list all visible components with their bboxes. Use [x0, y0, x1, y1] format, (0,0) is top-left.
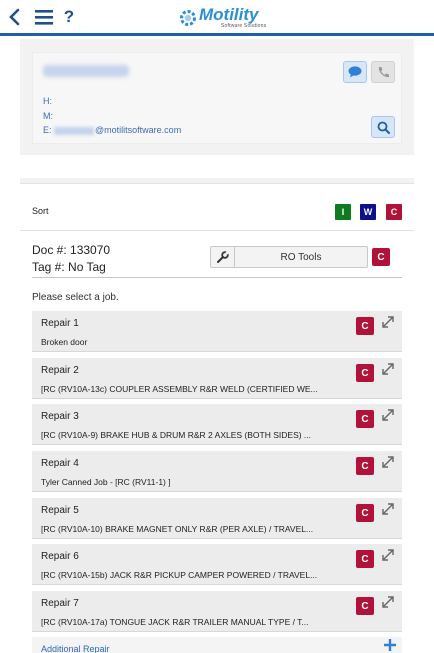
- job-row[interactable]: Repair 3 [RC (RV10A-9) BRAKE HUB & DRUM …: [32, 404, 402, 445]
- chat-icon: [348, 66, 362, 78]
- job-title: Repair 4: [41, 458, 79, 469]
- hamburger-menu-icon[interactable]: [34, 6, 54, 28]
- logo-wordmark: Motility: [199, 5, 259, 24]
- job-row[interactable]: Repair 4 Tyler Canned Job - [RC (RV11-1)…: [32, 451, 402, 492]
- job-title: Repair 6: [41, 551, 79, 562]
- mobile-phone-label: M:: [43, 111, 53, 121]
- email-label: E:: [43, 125, 52, 135]
- email-user-redacted: [54, 126, 95, 135]
- job-c-button[interactable]: C: [356, 410, 374, 428]
- job-title: Repair 1: [41, 318, 79, 329]
- expand-icon[interactable]: [381, 595, 395, 609]
- job-row[interactable]: Repair 2 [RC (RV10A-13c) COUPLER ASSEMBL…: [32, 358, 402, 399]
- job-c-button[interactable]: C: [356, 457, 374, 475]
- job-description: [RC (RV10A-10) BRAKE MAGNET ONLY R&R (PE…: [41, 524, 314, 534]
- additional-repair-link[interactable]: Additional Repair: [41, 644, 110, 653]
- expand-icon[interactable]: [381, 548, 395, 562]
- job-title: Repair 7: [41, 598, 79, 609]
- job-title: Repair 3: [41, 411, 79, 422]
- expand-icon[interactable]: [381, 315, 395, 329]
- job-description: [RC (RV10A-9) BRAKE HUB & DRUM R&R 2 AXL…: [41, 430, 312, 440]
- job-c-button[interactable]: C: [356, 597, 374, 615]
- search-button[interactable]: [371, 116, 395, 138]
- sort-warranty-button[interactable]: W: [360, 204, 376, 220]
- wrench-icon: [211, 247, 235, 267]
- job-row[interactable]: Repair 6 [RC (RV10A-15b) JACK R&R PICKUP…: [32, 544, 402, 585]
- customer-name-redacted: [43, 65, 129, 77]
- logo-subtext: Software Solutions: [221, 23, 267, 29]
- job-c-button[interactable]: C: [356, 504, 374, 522]
- chevron-left-icon[interactable]: [6, 6, 22, 28]
- expand-icon[interactable]: [381, 362, 395, 376]
- doc-c-button[interactable]: C: [372, 248, 390, 266]
- search-icon: [377, 121, 390, 134]
- top-bar: ? Motility Software Solutions: [0, 0, 434, 36]
- job-title: Repair 5: [41, 505, 79, 516]
- divider: [32, 277, 402, 278]
- expand-icon[interactable]: [381, 455, 395, 469]
- job-description: [RC (RV10A-17a) TONGUE JACK R&R TRAILER …: [41, 617, 309, 627]
- email-domain: @motilitsoftware.com: [95, 125, 182, 135]
- job-c-button[interactable]: C: [356, 317, 374, 335]
- job-row[interactable]: Repair 7 [RC (RV10A-17a) TONGUE JACK R&R…: [32, 591, 402, 632]
- job-row[interactable]: Repair 5 [RC (RV10A-10) BRAKE MAGNET ONL…: [32, 498, 402, 539]
- call-button[interactable]: [371, 61, 395, 83]
- sort-label: Sort: [32, 206, 49, 216]
- expand-icon[interactable]: [381, 502, 395, 516]
- job-c-button[interactable]: C: [356, 550, 374, 568]
- sort-internal-button[interactable]: I: [335, 204, 351, 220]
- expand-icon[interactable]: [381, 408, 395, 422]
- job-description: Tyler Canned Job - [RC (RV11-1) ]: [41, 477, 171, 487]
- motility-logo: Motility Software Solutions: [178, 5, 266, 31]
- help-icon[interactable]: ?: [62, 6, 76, 28]
- job-c-button[interactable]: C: [356, 364, 374, 382]
- job-row[interactable]: Repair 1 Broken door C: [32, 311, 402, 352]
- phone-icon: [378, 66, 389, 77]
- gear-logo-icon: [180, 10, 196, 26]
- job-description: Broken door: [41, 337, 88, 347]
- plus-icon[interactable]: [383, 638, 397, 652]
- chat-button[interactable]: [343, 61, 367, 83]
- additional-repair-row[interactable]: Additional Repair: [32, 637, 402, 653]
- job-description: [RC (RV10A-15b) JACK R&R PICKUP CAMPER P…: [41, 570, 318, 580]
- ro-tools-button[interactable]: RO Tools: [210, 246, 368, 268]
- job-description: [RC (RV10A-13c) COUPLER ASSEMBLY R&R WEL…: [41, 384, 318, 394]
- customer-contact-card: H: M: E: @motilitsoftware.com: [32, 52, 402, 144]
- sort-panel: Sort I W C: [20, 183, 414, 231]
- tag-number: Tag #: No Tag: [32, 260, 106, 274]
- ro-tools-label: RO Tools: [280, 251, 322, 263]
- home-phone-label: H:: [43, 96, 52, 106]
- job-title: Repair 2: [41, 365, 79, 376]
- doc-number: Doc #: 133070: [32, 243, 111, 257]
- select-job-prompt: Please select a job.: [32, 292, 119, 303]
- sort-customer-button[interactable]: C: [386, 204, 402, 220]
- email-line[interactable]: E: @motilitsoftware.com: [43, 125, 181, 135]
